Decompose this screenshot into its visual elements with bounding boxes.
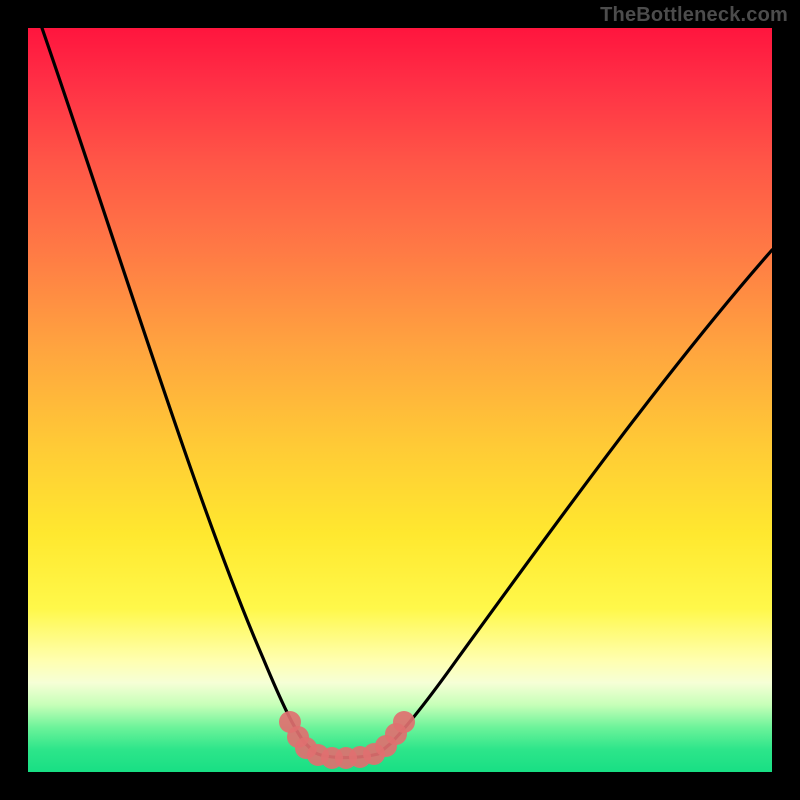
chart-frame: TheBottleneck.com — [0, 0, 800, 800]
watermark-label: TheBottleneck.com — [600, 4, 788, 27]
bottleneck-curve — [28, 28, 772, 772]
highlight-band — [279, 711, 415, 769]
curve-path — [42, 28, 772, 758]
